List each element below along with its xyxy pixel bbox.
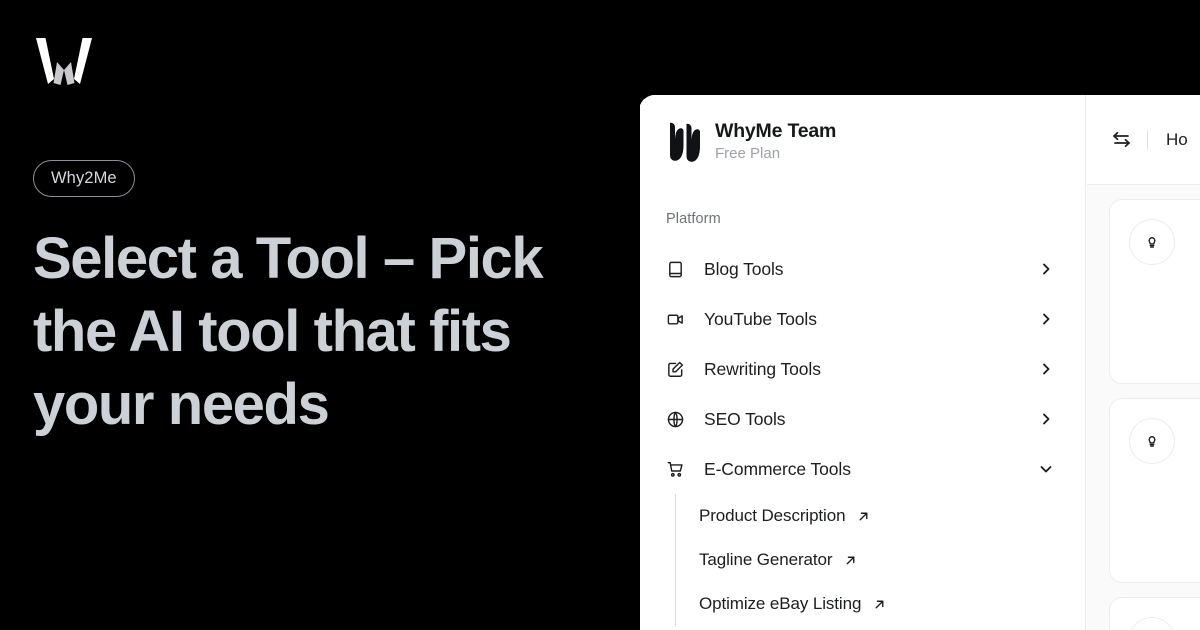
sidebar-subitem-label: Optimize eBay Listing bbox=[699, 594, 862, 613]
whyme-mark-logo-icon bbox=[668, 121, 702, 163]
pencil-square-icon bbox=[666, 360, 685, 379]
shopping-cart-icon bbox=[666, 460, 685, 479]
chevron-right-icon[interactable] bbox=[1039, 312, 1053, 326]
sidebar-subitem-product-description[interactable]: Product Description bbox=[676, 494, 1086, 538]
tool-card[interactable] bbox=[1109, 199, 1200, 384]
sidebar-subitem-label: Tagline Generator bbox=[699, 550, 833, 569]
sidebar-item-label: E-Commerce Tools bbox=[704, 458, 851, 479]
hero-panel: Why2Me Select a Tool – Pick the AI tool … bbox=[0, 0, 640, 630]
sidebar-subitem-label: Product Description bbox=[699, 506, 846, 525]
team-switcher[interactable]: WhyMe Team Free Plan bbox=[668, 120, 836, 163]
sidebar-item-rewriting-tools[interactable]: Rewriting Tools bbox=[639, 344, 1086, 394]
topbar-divider bbox=[1147, 129, 1148, 150]
arrow-up-right-icon bbox=[844, 554, 857, 567]
arrow-up-right-icon bbox=[873, 598, 886, 611]
breadcrumb[interactable]: Ho bbox=[1166, 130, 1188, 150]
status-badge: Why2Me bbox=[33, 160, 135, 197]
video-camera-icon bbox=[666, 310, 685, 329]
sidebar-item-label: SEO Tools bbox=[704, 408, 786, 429]
sidebar-section-label: Platform bbox=[666, 211, 721, 227]
sidebar-item-label: YouTube Tools bbox=[704, 308, 817, 329]
chevron-right-icon[interactable] bbox=[1039, 262, 1053, 276]
whyme-w-logo-icon bbox=[33, 36, 95, 92]
sidebar-subnav-ecommerce: Product Description Tagline Generator Op… bbox=[675, 494, 1086, 626]
book-icon bbox=[666, 260, 685, 279]
sidebar-item-youtube-tools[interactable]: YouTube Tools bbox=[639, 294, 1086, 344]
chevron-right-icon[interactable] bbox=[1039, 362, 1053, 376]
sidebar-item-label: Rewriting Tools bbox=[704, 358, 821, 379]
sidebar-item-blog-tools[interactable]: Blog Tools bbox=[639, 244, 1086, 294]
sidebar-nav: Blog Tools YouTube Tools Rewriting Tools… bbox=[639, 244, 1086, 626]
tool-card-list bbox=[1087, 185, 1200, 630]
sidebar-item-seo-tools[interactable]: SEO Tools bbox=[639, 394, 1086, 444]
globe-icon bbox=[666, 410, 685, 429]
sidebar-item-ecommerce-tools[interactable]: E-Commerce Tools bbox=[639, 444, 1086, 494]
sidebar-subitem-optimize-ebay-listing[interactable]: Optimize eBay Listing bbox=[676, 582, 1086, 626]
sidebar-toggle-icon[interactable] bbox=[1111, 129, 1132, 150]
app-window: WhyMe Team Free Plan Platform Blog Tools bbox=[639, 95, 1200, 630]
team-plan: Free Plan bbox=[715, 145, 781, 162]
content-area: Ho bbox=[1087, 95, 1200, 630]
team-text-block: WhyMe Team Free Plan bbox=[715, 120, 836, 163]
arrow-up-right-icon bbox=[857, 510, 870, 523]
sidebar-item-label: Blog Tools bbox=[704, 258, 784, 279]
screenshot-root: WhyMe Team Free Plan Platform Blog Tools bbox=[0, 0, 1200, 630]
chevron-down-icon[interactable] bbox=[1039, 462, 1053, 476]
team-name: WhyMe Team bbox=[715, 120, 837, 142]
lightbulb-icon bbox=[1129, 219, 1175, 265]
chevron-right-icon[interactable] bbox=[1039, 412, 1053, 426]
tool-card[interactable] bbox=[1109, 597, 1200, 630]
tool-card[interactable] bbox=[1109, 398, 1200, 583]
page-title: Select a Tool – Pick the AI tool that fi… bbox=[33, 226, 544, 437]
sidebar: WhyMe Team Free Plan Platform Blog Tools bbox=[639, 95, 1086, 630]
sidebar-subitem-tagline-generator[interactable]: Tagline Generator bbox=[676, 538, 1086, 582]
lightbulb-icon bbox=[1129, 617, 1175, 630]
lightbulb-icon bbox=[1129, 418, 1175, 464]
topbar: Ho bbox=[1087, 95, 1200, 185]
